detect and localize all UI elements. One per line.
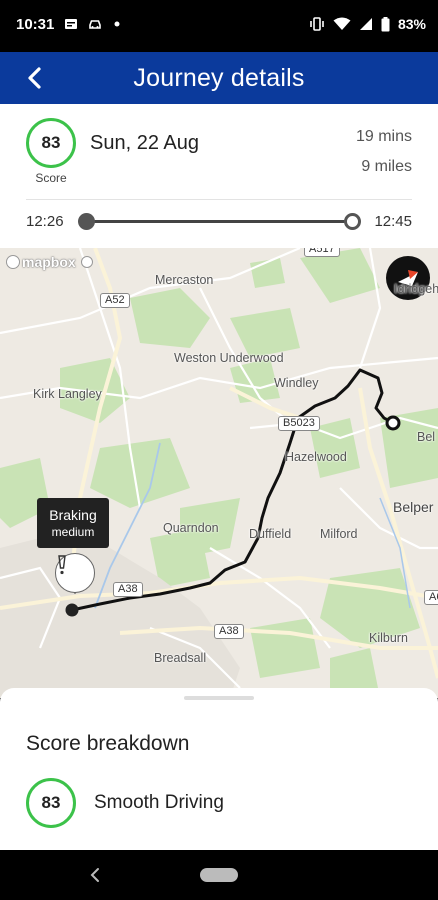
event-tooltip[interactable]: Braking medium [37, 498, 109, 548]
score-breakdown-title: Score breakdown [26, 732, 190, 755]
start-time: 12:26 [26, 213, 64, 230]
road-shield: A6 [424, 590, 438, 605]
smooth-driving-label: Smooth Driving [94, 792, 224, 813]
page-title: Journey details [133, 64, 305, 92]
battery-icon [381, 16, 390, 31]
status-notification-icons [64, 18, 126, 30]
signal-icon [359, 18, 372, 30]
place-label: Breadsall [154, 651, 207, 665]
nav-home-pill-icon[interactable] [200, 868, 238, 882]
place-label: Quarndon [163, 521, 219, 535]
journey-distance: 9 miles [361, 158, 412, 175]
divider [26, 199, 412, 200]
nav-back-icon[interactable] [88, 865, 102, 885]
sheet-drag-handle[interactable] [184, 696, 254, 700]
status-system-icons: 83% [309, 16, 426, 32]
car-icon [89, 20, 101, 29]
road-shield: A38 [214, 624, 244, 639]
info-icon[interactable] [80, 256, 93, 268]
place-label: Belper [393, 499, 434, 515]
timeline-track[interactable] [86, 220, 352, 223]
place-label: Milford [320, 527, 358, 541]
smooth-driving-score: 83 [26, 778, 76, 828]
place-label: Bel [417, 430, 436, 444]
event-title: Braking [49, 507, 97, 523]
status-time: 10:31 [16, 16, 55, 33]
mapbox-attribution: mapbox [22, 254, 76, 270]
place-label: Mercaston [155, 273, 214, 287]
timeline-end-handle[interactable] [344, 213, 361, 230]
score-label: Score [35, 171, 67, 185]
route-start-marker [65, 603, 79, 617]
journey-summary: 83 Score Sun, 22 Aug 19 mins 9 miles 12:… [0, 104, 438, 248]
place-label: Kirk Langley [33, 387, 102, 401]
battery-percent: 83% [397, 16, 426, 32]
journey-duration: 19 mins [355, 128, 412, 145]
score-ring: 83 [26, 118, 76, 168]
place-label: Windley [274, 376, 319, 390]
dot-icon [114, 21, 120, 27]
wifi-icon [333, 17, 351, 30]
event-severity: medium [51, 525, 95, 539]
place-label: Idridgehay [394, 282, 438, 296]
exclamation-icon [58, 555, 66, 575]
place-label: Weston Underwood [174, 351, 284, 365]
road-shield: A52 [100, 293, 130, 308]
place-label: Duffield [249, 527, 292, 541]
status-bar: 10:31 83% [0, 0, 438, 52]
event-marker[interactable] [55, 553, 95, 593]
message-icon [65, 19, 77, 29]
vibrate-icon [310, 17, 324, 31]
bottom-sheet[interactable]: Score breakdown 83 Smooth Driving [0, 688, 438, 850]
mapbox-logo: mapbox [6, 254, 93, 270]
route-map[interactable]: mapbox Mercaston Weston Underwood Kirk L… [0, 248, 438, 698]
journey-date: Sun, 22 Aug [90, 132, 199, 154]
app-header: Journey details [0, 52, 438, 104]
road-shield: A38 [113, 582, 143, 597]
mapbox-logo-icon [6, 255, 20, 269]
place-label: Kilburn [369, 631, 408, 645]
place-label: Hazelwood [285, 450, 347, 464]
system-nav-bar [0, 850, 438, 900]
end-time: 12:45 [374, 213, 412, 230]
road-shield: A517 [304, 248, 340, 257]
route-end-marker [385, 415, 401, 431]
road-shield: B5023 [278, 416, 320, 431]
timeline-start-handle[interactable] [78, 213, 95, 230]
